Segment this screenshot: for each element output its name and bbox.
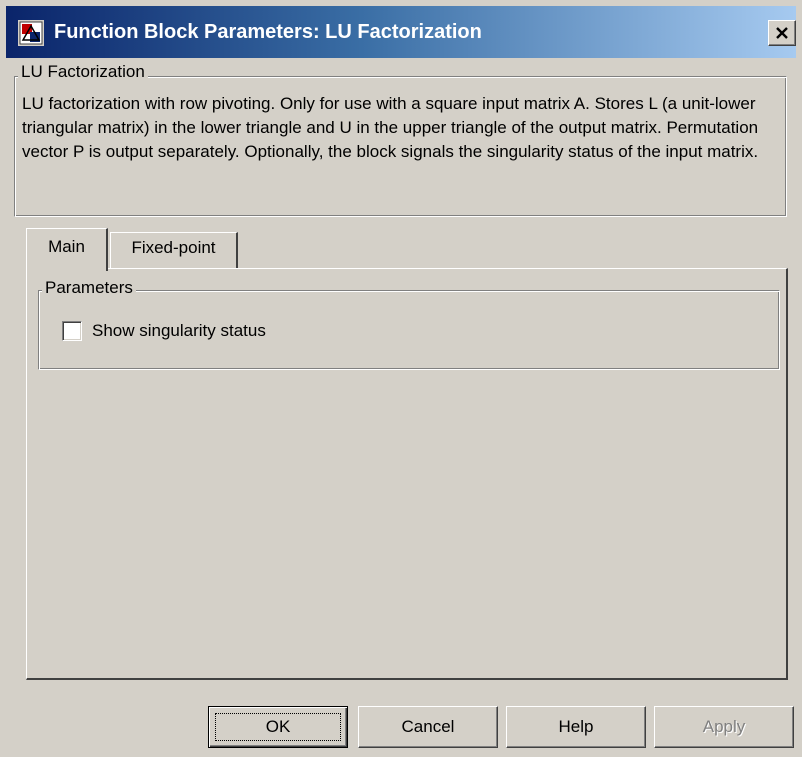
title-bar[interactable]: Function Block Parameters: LU Factorizat… <box>6 6 796 58</box>
parameters-group-legend: Parameters <box>42 278 136 298</box>
help-button[interactable]: Help <box>506 706 646 748</box>
ok-button-label: OK <box>265 717 291 736</box>
help-button-label: Help <box>558 717 594 736</box>
apply-button[interactable]: Apply <box>654 706 794 748</box>
show-singularity-checkbox[interactable] <box>62 321 82 341</box>
tab-fixed-point-label: Fixed-point <box>131 238 216 257</box>
tab-main[interactable]: Main <box>26 228 108 271</box>
block-description: LU factorization with row pivoting. Only… <box>22 94 759 161</box>
tab-main-label: Main <box>48 237 85 256</box>
ok-button[interactable]: OK <box>208 706 348 748</box>
dialog-window: Function Block Parameters: LU Factorizat… <box>0 0 802 757</box>
show-singularity-label[interactable]: Show singularity status <box>92 320 266 342</box>
tab-fixed-point[interactable]: Fixed-point <box>110 232 238 268</box>
apply-button-label: Apply <box>702 717 746 736</box>
close-button[interactable] <box>768 20 796 46</box>
simulink-block-icon <box>18 20 44 46</box>
description-group-legend: LU Factorization <box>18 62 148 82</box>
cancel-button[interactable]: Cancel <box>358 706 498 748</box>
window-title: Function Block Parameters: LU Factorizat… <box>54 21 482 43</box>
cancel-button-label: Cancel <box>401 717 455 736</box>
